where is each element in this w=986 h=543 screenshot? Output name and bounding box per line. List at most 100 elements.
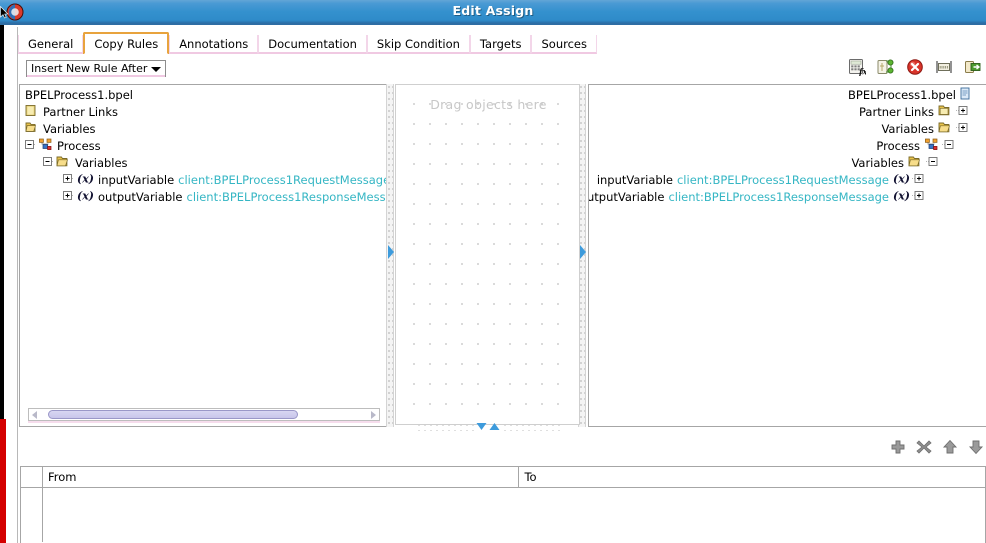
table-header-to[interactable]: To [519,467,985,487]
canvas-scroll-indicators[interactable] [395,421,580,433]
tree-node-output-variable[interactable]: (x) outputVariable client:BPELProcess1Re… [21,189,387,206]
tree-node-label: Variables [881,122,934,136]
tree-toggle-plus-icon[interactable] [956,104,969,121]
copy-rules-table[interactable]: From To [20,466,986,543]
tree-node-label: Variables [75,156,128,170]
svg-text:(x): (x) [77,189,94,202]
chevron-down-icon [151,67,161,72]
tree-node-partner-links[interactable]: Partner Links [589,104,986,121]
tree-node-type: client:BPELProcess1RequestMessage [178,173,388,187]
tree-node-type: client:BPELProcess1RequestMessage [676,173,889,187]
add-rule-icon[interactable] [890,439,906,455]
scroll-right-arrow-icon[interactable] [371,410,376,419]
tree-toggle-plus-icon[interactable] [63,172,74,189]
tree-toggle-minus-icon[interactable] [942,138,955,155]
tree-node-input-variable[interactable]: inputVariable client:BPELProcess1Request… [589,172,986,189]
copy-rules-canvas[interactable]: Drag objects here [395,84,580,425]
folder-open-icon [938,121,953,139]
tree-node-input-variable[interactable]: (x) inputVariable client:BPELProcess1Req… [21,172,388,189]
rules-table-actions[interactable] [890,439,984,455]
source-tree[interactable]: BPELProcess1.bpel Partner Links Variable… [21,87,388,206]
table-header-row: From To [21,467,985,488]
table-body[interactable] [21,488,985,542]
source-tree-panel[interactable]: BPELProcess1.bpel Partner Links Variable… [19,84,388,427]
bpel-file-icon [960,87,971,105]
tab-documentation[interactable]: Documentation [258,35,367,54]
tab-strip-underline [18,54,968,55]
content-left-border [17,27,18,543]
svg-text:(x): (x) [893,172,910,185]
svg-text:(x): (x) [77,172,94,185]
scroll-left-arrow-icon[interactable] [32,410,37,419]
xslt-transform-icon[interactable] [877,58,895,76]
tab-sources[interactable]: Sources [531,35,597,54]
folder-closed-icon [938,104,953,122]
copy-rules-toolbar[interactable]: fx [848,58,982,77]
tree-node-label: Process [57,139,101,153]
svg-text:fx: fx [858,67,866,77]
tree-node-label: outputVariable [588,190,665,204]
tree-node-process[interactable]: Process [21,138,387,156]
tree-toggle-minus-icon[interactable] [926,155,939,172]
tree-node-label: Variables [851,156,904,170]
tab-general[interactable]: General [18,35,84,54]
move-up-icon[interactable] [942,439,958,455]
tree-node-bpel-file[interactable]: BPELProcess1.bpel [21,87,387,104]
tree-toggle-plus-icon[interactable] [956,121,969,138]
tree-toggle-minus-icon[interactable] [43,155,54,172]
tree-node-label: BPELProcess1.bpel [848,88,956,102]
scroll-up-arrow-icon[interactable] [489,421,500,434]
splitter-collapse-arrow-icon[interactable] [580,245,586,259]
tree-node-bpel-file[interactable]: BPELProcess1.bpel [589,87,986,104]
tab-skip-condition[interactable]: Skip Condition [366,35,470,54]
svg-text:(x): (x) [893,189,910,202]
tree-toggle-plus-icon[interactable] [912,189,925,206]
function-expression-icon[interactable]: fx [848,58,867,77]
tree-node-process[interactable]: Process [589,138,986,155]
source-tree-hscrollbar[interactable] [28,408,380,421]
delete-rule-icon[interactable] [916,439,932,455]
process-node-icon [924,138,939,156]
tree-node-label: BPELProcess1.bpel [25,88,133,102]
splitter-collapse-arrow-icon[interactable] [388,245,394,259]
folder-open-icon [56,155,71,173]
move-down-icon[interactable] [968,439,984,455]
canvas-dots-right [501,423,560,431]
tab-targets[interactable]: Targets [469,35,532,54]
target-tree-panel[interactable]: BPELProcess1.bpel Partner Links Variable… [588,84,986,427]
dropdown-underline [27,75,165,77]
tree-node-partner-links[interactable]: Partner Links [21,104,387,121]
window-title: Edit Assign [452,3,534,18]
variable-x-icon: (x) [893,172,910,190]
export-rule-icon[interactable] [964,58,982,76]
left-splitter[interactable] [386,84,394,427]
table-header-corner[interactable] [21,467,43,487]
rule-properties-icon[interactable] [935,58,953,76]
tree-node-label: Partner Links [859,105,934,119]
tree-node-type: client:BPELProcess1ResponseMessage [668,190,889,204]
table-row-gutter [21,488,43,542]
table-header-from[interactable]: From [43,467,520,487]
scroll-down-arrow-icon[interactable] [476,421,487,434]
tree-node-variables-root[interactable]: Variables [21,121,387,139]
tree-node-label: Partner Links [43,105,118,119]
process-node-icon [38,138,53,156]
tree-toggle-plus-icon[interactable] [63,189,74,206]
tree-node-output-variable[interactable]: outputVariable client:BPELProcess1Respon… [589,189,986,206]
tab-copy-rules[interactable]: Copy Rules [83,32,170,55]
scrollbar-thumb[interactable] [48,410,298,419]
tab-bar[interactable]: General Copy Rules Annotations Documenta… [18,32,597,55]
folder-open-icon [25,121,39,139]
tree-toggle-plus-icon[interactable] [912,172,925,189]
window-left-edge [0,25,4,419]
tree-node-label: inputVariable [98,173,175,187]
tree-node-process-variables[interactable]: Variables [589,155,986,172]
tree-node-process-variables[interactable]: Variables [21,155,387,173]
tree-node-variables-root[interactable]: Variables [589,121,986,138]
tree-toggle-minus-icon[interactable] [25,138,36,155]
variable-x-icon: (x) [893,189,910,207]
folder-open-icon [908,155,923,173]
target-tree[interactable]: BPELProcess1.bpel Partner Links Variable… [589,87,986,206]
tab-annotations[interactable]: Annotations [169,35,259,54]
delete-rule-icon[interactable] [906,58,924,76]
